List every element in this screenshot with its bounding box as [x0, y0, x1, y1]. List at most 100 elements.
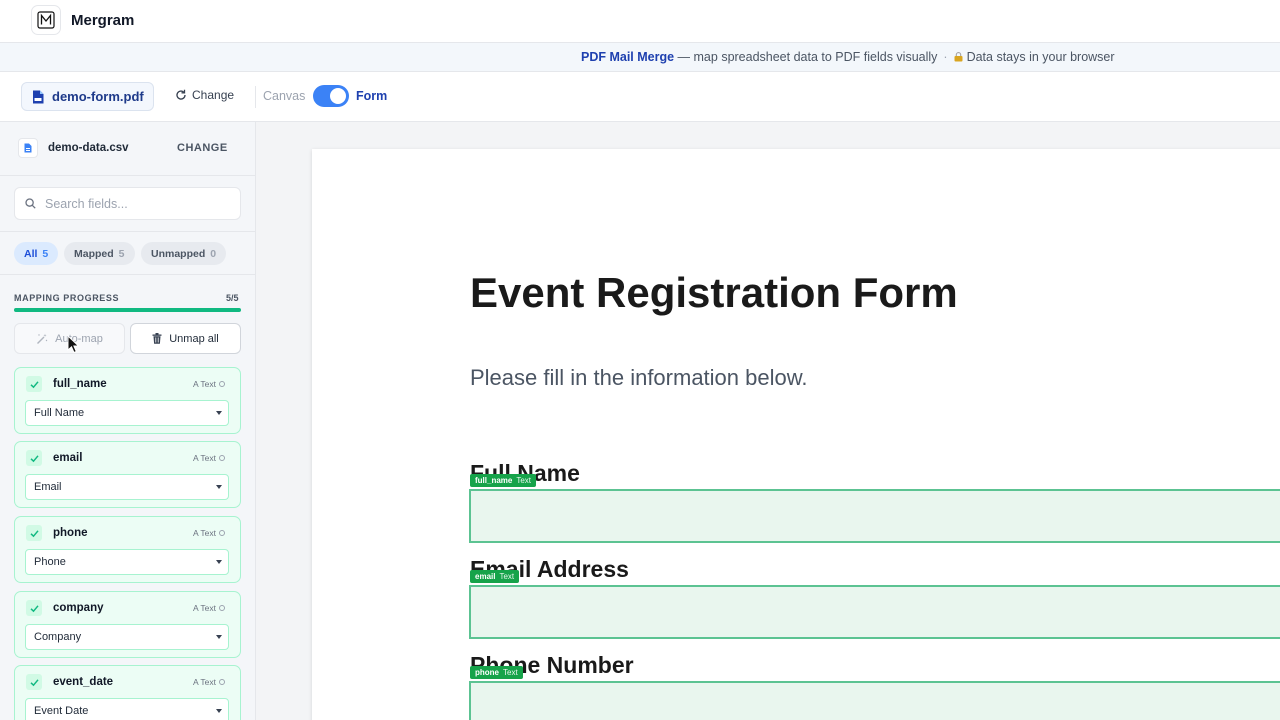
mapping-progress-label: MAPPING PROGRESS [14, 293, 120, 303]
field-type-badge: A Text [193, 453, 225, 463]
document-title: Event Registration Form [470, 269, 958, 316]
unmap-all-label: Unmap all [169, 332, 219, 345]
column-select-value: Company [34, 631, 82, 643]
filter-mapped-label: Mapped [74, 247, 114, 260]
field-tag-name: full_name [475, 476, 513, 485]
field-type-badge: A Text [193, 528, 225, 538]
field-type-label: Text [200, 677, 216, 687]
field-type-label: Text [200, 379, 216, 389]
column-select-value: Email [34, 481, 62, 493]
canvas-mode-label[interactable]: Canvas [263, 89, 305, 103]
form-mode-label[interactable]: Form [356, 89, 387, 103]
change-pdf-button[interactable]: Change [175, 88, 234, 102]
column-select[interactable]: Full Name [25, 400, 229, 426]
field-type-badge: A Text [193, 603, 225, 613]
field-card-phone[interactable]: phone A Text Phone [14, 516, 241, 583]
field-tag-type: Text [516, 476, 532, 485]
csv-file-name: demo-data.csv [48, 142, 129, 154]
field-type-label: Text [200, 528, 216, 538]
field-tag[interactable]: full_name Text [470, 474, 537, 487]
search-input[interactable] [45, 196, 225, 211]
field-name: company [53, 602, 104, 614]
field-tag[interactable]: email Text [470, 570, 520, 583]
field-type-badge: A Text [193, 677, 225, 687]
filter-unmapped-count: 0 [210, 247, 217, 260]
doc-field-full-name[interactable] [469, 489, 1280, 543]
banner-brand: PDF Mail Merge [581, 50, 675, 64]
filter-unmapped-label: Unmapped [151, 247, 206, 260]
field-type-badge: A Text [193, 379, 225, 389]
mapped-check-icon [26, 525, 42, 541]
mapped-check-icon [26, 600, 42, 616]
pdf-file-name: demo-form.pdf [52, 89, 144, 104]
field-name: phone [53, 527, 88, 539]
column-select[interactable]: Event Date [25, 698, 229, 720]
info-dot-icon [219, 605, 225, 611]
toolbar-divider [255, 86, 256, 108]
doc-field-phone[interactable] [469, 681, 1280, 720]
info-dot-icon [219, 381, 225, 387]
filter-mapped-count: 5 [118, 247, 125, 260]
change-pdf-label: Change [192, 88, 235, 102]
field-card-full-name[interactable]: full_name A Text Full Name [14, 367, 241, 434]
view-mode-toggle[interactable] [313, 85, 349, 107]
pdf-canvas[interactable]: Event Registration Form Please fill in t… [256, 122, 1280, 720]
field-name: full_name [53, 378, 107, 390]
mapping-progress-fill [14, 308, 241, 312]
column-select-value: Event Date [34, 705, 89, 717]
column-select[interactable]: Company [25, 624, 229, 650]
toggle-knob [330, 88, 346, 104]
field-card-event-date[interactable]: event_date A Text Event Date [14, 665, 241, 720]
csv-file-row: demo-data.csv CHANGE [0, 122, 255, 176]
pdf-file-pill[interactable]: demo-form.pdf [21, 82, 154, 111]
chevron-down-icon [216, 709, 222, 713]
column-select-value: Full Name [34, 407, 85, 419]
csv-file-icon [18, 138, 38, 158]
field-name: email [53, 452, 83, 464]
filter-all[interactable]: All 5 [14, 242, 59, 265]
chevron-down-icon [216, 635, 222, 639]
mapping-progress-count: 5/5 [226, 293, 239, 303]
field-tag-type: Text [503, 668, 518, 677]
field-tag-type: Text [499, 572, 515, 581]
doc-field-email[interactable] [469, 585, 1280, 639]
chevron-down-icon [216, 411, 222, 415]
unmap-all-button[interactable]: Unmap all [130, 323, 241, 354]
column-select[interactable]: Email [25, 474, 229, 500]
mergram-logo-icon[interactable] [31, 5, 61, 35]
field-card-email[interactable]: email A Text Email [14, 441, 241, 508]
filter-mapped[interactable]: Mapped 5 [64, 242, 135, 265]
pdf-file-icon [33, 90, 44, 103]
toolbar: demo-form.pdf Change Canvas Form [0, 72, 1280, 122]
field-tag[interactable]: phone Text [470, 666, 523, 679]
column-select-value: Phone [34, 556, 66, 568]
mapped-check-icon [26, 450, 42, 466]
field-name: event_date [53, 676, 114, 688]
pdf-page: Event Registration Form Please fill in t… [312, 149, 1280, 720]
app-name[interactable]: Mergram [71, 12, 134, 29]
info-banner: PDF Mail Merge — map spreadsheet data to… [0, 43, 1280, 72]
column-select[interactable]: Phone [25, 549, 229, 575]
field-tag-name: email [475, 572, 496, 581]
banner-privacy: Data stays in your browser [966, 50, 1115, 64]
magic-wand-icon [37, 333, 48, 344]
filter-unmapped[interactable]: Unmapped 0 [141, 242, 227, 265]
info-dot-icon [219, 455, 225, 461]
info-dot-icon [219, 530, 225, 536]
document-subtitle: Please fill in the information below. [470, 365, 808, 390]
banner-tagline: — map spreadsheet data to PDF fields vis… [674, 50, 938, 64]
chevron-down-icon [216, 485, 222, 489]
field-type-label: Text [200, 453, 216, 463]
mapping-progress-bar [14, 308, 241, 312]
search-section [0, 176, 255, 232]
lock-icon [954, 52, 963, 62]
field-card-company[interactable]: company A Text Company [14, 591, 241, 658]
app-header: Mergram [0, 0, 1280, 43]
mouse-cursor-icon [67, 335, 80, 354]
mapping-sidebar: demo-data.csv CHANGE All 5 Mapped 5 Unmapp… [0, 122, 256, 720]
filter-all-count: 5 [42, 247, 49, 260]
refresh-icon [176, 89, 186, 100]
change-csv-button[interactable]: CHANGE [177, 142, 228, 154]
field-type-label: Text [200, 603, 216, 613]
search-box[interactable] [14, 187, 241, 220]
